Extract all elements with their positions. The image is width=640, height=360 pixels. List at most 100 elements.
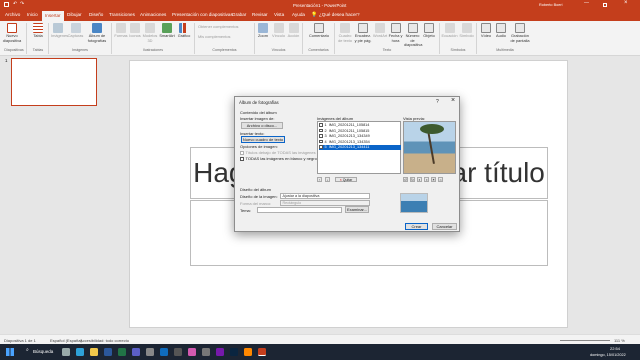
- taskbar-search[interactable]: Búsqueda: [33, 349, 53, 354]
- tab-vista[interactable]: Vista: [274, 12, 284, 17]
- frame-shape-select[interactable]: Rectángulo: [280, 200, 370, 206]
- zoom-slider[interactable]: [560, 340, 610, 341]
- user-name[interactable]: Roberto Boeri: [539, 3, 562, 7]
- equation-button[interactable]: Ecuación: [441, 23, 458, 39]
- edge-icon[interactable]: [76, 348, 84, 356]
- mail-icon[interactable]: [160, 348, 168, 356]
- tray-date[interactable]: domingo, 15/01/2022: [590, 353, 626, 357]
- rotate-right-button[interactable]: ↻: [410, 177, 415, 182]
- zoom-level[interactable]: 111 %: [614, 338, 625, 343]
- task-view-icon[interactable]: [62, 348, 70, 356]
- remove-button[interactable]: × Quitar: [335, 177, 357, 182]
- contrast-down-button[interactable]: ◑: [424, 177, 429, 182]
- file-explorer-icon[interactable]: [90, 348, 98, 356]
- tell-me-search[interactable]: ¿Qué desea hacer?: [319, 12, 360, 17]
- chart-button[interactable]: Gráfico: [176, 23, 192, 39]
- list-item-checkbox[interactable]: [319, 139, 323, 144]
- contrast-up-button[interactable]: ◐: [417, 177, 422, 182]
- file-disk-button[interactable]: Archivo o disco...: [241, 122, 283, 129]
- tab-insertar[interactable]: Insertar: [42, 11, 64, 21]
- table-button[interactable]: Tabla: [30, 23, 46, 39]
- minimize-icon[interactable]: —: [584, 0, 589, 6]
- brightness-up-button[interactable]: ☀: [431, 177, 436, 182]
- object-button[interactable]: Objeto: [422, 23, 436, 39]
- icons-button[interactable]: Iconos: [129, 23, 141, 39]
- brightness-down-button[interactable]: ☼: [438, 177, 443, 182]
- shapes-button[interactable]: Formas: [114, 23, 128, 39]
- excel-icon[interactable]: [118, 348, 126, 356]
- tab-transiciones[interactable]: Transiciones: [109, 12, 135, 17]
- my-addins-button[interactable]: Mis complementos: [198, 34, 252, 40]
- slide-thumbnail[interactable]: [11, 58, 97, 106]
- tab-animaciones[interactable]: Animaciones: [140, 12, 166, 17]
- help-icon[interactable]: ?: [436, 99, 439, 105]
- tab-ayuda[interactable]: Ayuda: [292, 12, 305, 17]
- symbol-button[interactable]: Símbolo: [459, 23, 474, 39]
- app-icon[interactable]: [146, 348, 154, 356]
- text-box-button[interactable]: Cuadro de texto: [337, 23, 353, 43]
- word-icon[interactable]: [104, 348, 112, 356]
- video-button[interactable]: Vídeo: [479, 23, 493, 39]
- link-button[interactable]: Vínculo: [272, 23, 285, 39]
- vlc-icon[interactable]: [244, 348, 252, 356]
- tab-diseno[interactable]: Diseño: [89, 12, 103, 17]
- tab-dibujar[interactable]: Dibujar: [67, 12, 82, 17]
- screenshot-button[interactable]: Capturas: [67, 23, 84, 39]
- language-status[interactable]: Español (España): [50, 338, 82, 343]
- header-footer-button[interactable]: Encabez. y pie pág.: [354, 23, 372, 43]
- accessibility-status[interactable]: Accesibilidad: todo correcto: [80, 338, 129, 343]
- maximize-icon[interactable]: [603, 3, 607, 7]
- list-item-checkbox[interactable]: [319, 123, 323, 127]
- screen-recording-button[interactable]: Grabación de pantalla: [509, 23, 531, 43]
- list-item[interactable]: 1 IMG_20201211_105814: [319, 123, 401, 128]
- slide-number-button[interactable]: Número de diapositiva: [404, 23, 422, 48]
- action-button[interactable]: Acción: [287, 23, 300, 39]
- list-item-checkbox[interactable]: [319, 128, 323, 133]
- date-time-button[interactable]: Fecha y hora: [388, 23, 403, 43]
- new-slide-button[interactable]: Nuevo diapositiva: [2, 23, 22, 43]
- images-button[interactable]: Imágenes: [51, 23, 68, 39]
- get-addins-button[interactable]: Obtener complementos: [198, 24, 252, 30]
- settings-icon[interactable]: [202, 348, 210, 356]
- audio-button[interactable]: Audio: [494, 23, 508, 39]
- theme-field[interactable]: [257, 207, 342, 213]
- captions-option[interactable]: Títulos debajo de TODAS las imágenes: [240, 150, 316, 155]
- dialog-close-icon[interactable]: ×: [451, 97, 455, 104]
- zoom-button[interactable]: Zoom: [257, 23, 269, 39]
- create-button[interactable]: Crear: [405, 223, 428, 230]
- wordart-button[interactable]: WordArt: [373, 23, 387, 39]
- captions-checkbox[interactable]: [240, 151, 244, 155]
- onenote-icon[interactable]: [216, 348, 224, 356]
- list-item-selected[interactable]: 5 IMG_20201213_134411: [319, 145, 401, 151]
- save-icon[interactable]: [4, 2, 9, 7]
- smartart-button[interactable]: SmartArt: [159, 23, 175, 39]
- move-down-button[interactable]: ↓: [325, 177, 330, 182]
- tab-inicio[interactable]: Inicio: [27, 12, 38, 17]
- tray-time[interactable]: 22:54: [610, 346, 620, 351]
- new-text-box-button[interactable]: Nuevo cuadro de texto: [241, 136, 285, 143]
- comment-button[interactable]: Comentario: [306, 23, 332, 39]
- list-item[interactable]: 3 IMG_20201213_134349: [319, 134, 401, 139]
- rotate-left-button[interactable]: ↺: [403, 177, 408, 182]
- tab-archivo[interactable]: Archivo: [5, 12, 20, 17]
- black-white-checkbox[interactable]: [240, 157, 244, 161]
- photoshop-icon[interactable]: [230, 348, 238, 356]
- list-item[interactable]: 2 IMG_20201211_105815: [319, 129, 401, 134]
- album-images-list[interactable]: 1 IMG_20201211_105814 2 IMG_20201211_105…: [317, 121, 401, 174]
- tab-revisar[interactable]: Revisar: [252, 12, 268, 17]
- black-white-option[interactable]: TODAS las imágenes en blanco y negro: [240, 156, 317, 161]
- move-up-button[interactable]: ↑: [317, 177, 322, 182]
- picture-layout-select[interactable]: Ajustar a la diapositiva: [280, 193, 370, 199]
- photos-icon[interactable]: [132, 348, 140, 356]
- store-icon[interactable]: [174, 348, 182, 356]
- powerpoint-icon[interactable]: [258, 348, 266, 356]
- redo-icon[interactable]: ↷: [20, 1, 24, 7]
- browse-button[interactable]: Examinar...: [345, 206, 369, 213]
- windows-start-icon[interactable]: [6, 348, 14, 356]
- tab-grabar[interactable]: Grabar: [232, 12, 246, 17]
- cancel-button[interactable]: Cancelar: [432, 223, 457, 230]
- 3d-models-button[interactable]: Modelos 3D: [142, 23, 158, 43]
- undo-icon[interactable]: ↶: [13, 1, 17, 7]
- close-icon[interactable]: ×: [624, 0, 628, 6]
- tab-presentacion[interactable]: Presentación con diapositivas: [172, 12, 233, 17]
